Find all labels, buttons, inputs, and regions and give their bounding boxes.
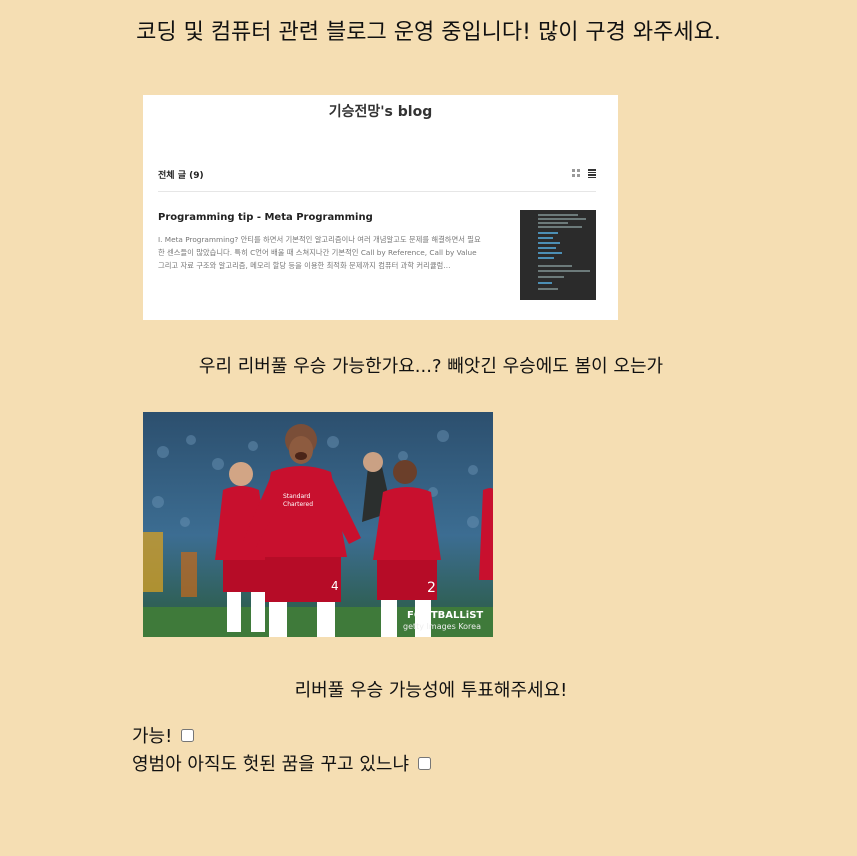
blog-preview-image[interactable]: 기승전망's blog 전체 글 (9) Programming tip - M… <box>143 95 618 320</box>
view-toggle <box>572 169 596 178</box>
poll-option-possible[interactable]: 가능! <box>132 722 195 748</box>
post-title: Programming tip - Meta Programming <box>158 212 373 223</box>
page-heading: 코딩 및 컴퓨터 관련 블로그 운영 중입니다! 많이 구경 와주세요. <box>136 20 721 45</box>
poll-option-label: 가능! <box>132 726 173 747</box>
svg-text:4: 4 <box>331 579 339 593</box>
poll-option-dream[interactable]: 영범아 아직도 헛된 꿈을 꾸고 있느냐 <box>132 750 432 776</box>
poll-checkbox-possible[interactable] <box>181 728 195 742</box>
poll-checkbox-dream[interactable] <box>418 756 432 770</box>
photo-watermark-sub: getty Images Korea <box>403 622 481 631</box>
svg-text:Chartered: Chartered <box>283 501 313 508</box>
svg-text:2: 2 <box>427 580 436 596</box>
blog-name: 기승전망's blog <box>328 104 433 120</box>
divider <box>158 191 596 192</box>
grid-view-icon <box>572 169 580 177</box>
liverpool-question: 우리 리버풀 우승 가능한가요...? 빼앗긴 우승에도 봄이 오는가 <box>198 356 664 377</box>
svg-text:Standard: Standard <box>283 493 310 500</box>
post-thumbnail <box>520 210 596 300</box>
poll-prompt: 리버풀 우승 가능성에 투표해주세요! <box>294 680 568 701</box>
posts-count-header: 전체 글 (9) <box>158 171 204 181</box>
post-excerpt: I. Meta Programming? 안티를 하면서 기본적인 알고리즘이나… <box>158 235 481 270</box>
liverpool-photo: Standard Chartered 4 2 FOOTBALLiST getty… <box>143 412 493 637</box>
poll-option-label: 영범아 아직도 헛된 꿈을 꾸고 있느냐 <box>132 754 410 775</box>
list-view-icon <box>588 169 596 178</box>
photo-watermark-title: FOOTBALLiST <box>407 610 483 621</box>
